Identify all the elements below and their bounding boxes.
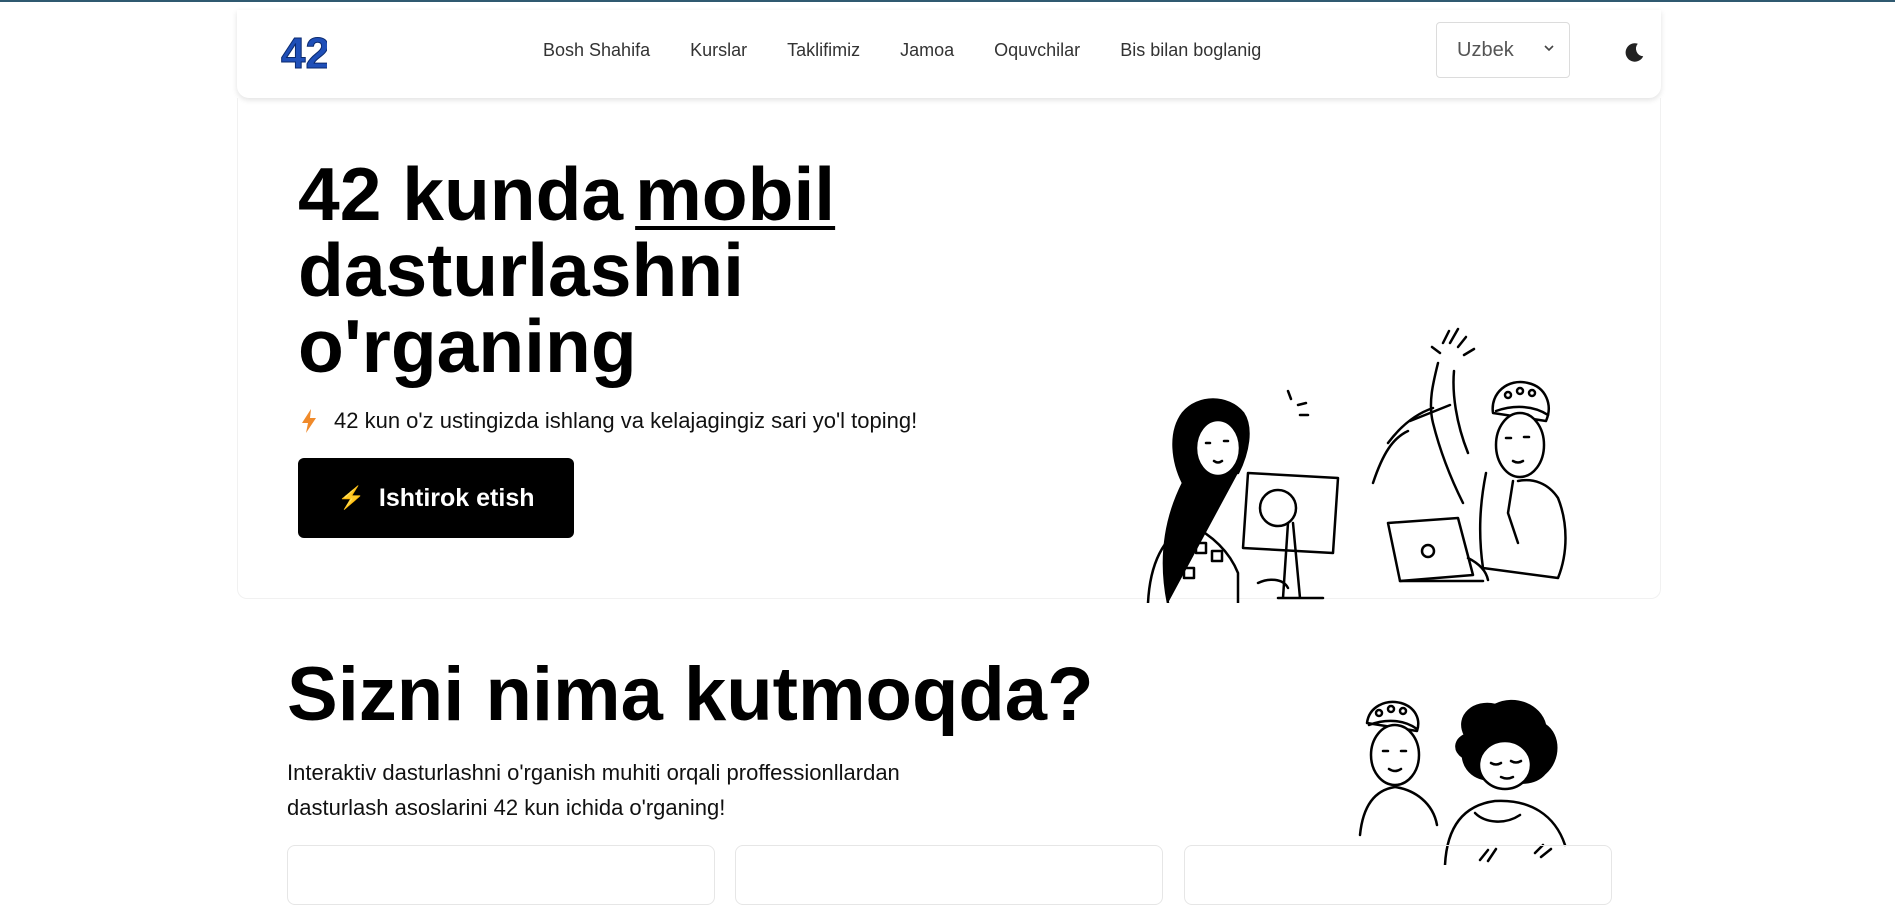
nav-link-team[interactable]: Jamoa	[900, 40, 954, 61]
join-button-label: Ishtirok etish	[378, 483, 535, 512]
hero-subtitle-text: 42 kun o'z ustingizda ishlang va kelajag…	[334, 408, 918, 433]
nav-link-contact[interactable]: Bis bilan boglanig	[1120, 40, 1261, 61]
hero-title-part1: 42 kunda	[298, 152, 624, 236]
language-select[interactable]: Uzbek	[1436, 22, 1570, 78]
hero-title-part2: dasturlashni o'rganing	[298, 228, 744, 388]
navbar: 42 Bosh Shahifa Kurslar Taklifimiz Jamoa…	[237, 10, 1661, 98]
language-select-value: Uzbek	[1457, 38, 1514, 61]
join-button[interactable]: ⚡ Ishtirok etish	[298, 458, 574, 538]
feature-card	[1184, 845, 1612, 905]
main-nav: Bosh Shahifa Kurslar Taklifimiz Jamoa Oq…	[543, 40, 1301, 61]
logo-text: 42	[281, 30, 327, 74]
chevron-down-icon	[1544, 45, 1554, 52]
hero-title-highlight: mobil	[635, 152, 836, 236]
feature-card	[735, 845, 1163, 905]
hero-title: 42 kunda mobil dasturlashni o'rganing	[298, 156, 978, 384]
nav-link-courses[interactable]: Kurslar	[690, 40, 747, 61]
nav-link-students[interactable]: Oquvchilar	[994, 40, 1080, 61]
top-accent-line	[0, 0, 1895, 2]
bolt-icon	[302, 409, 316, 433]
section-illustration	[1358, 699, 1567, 865]
nav-link-home[interactable]: Bosh Shahifa	[543, 40, 650, 61]
nav-link-offer[interactable]: Taklifimiz	[787, 40, 860, 61]
feature-card	[287, 845, 715, 905]
moon-icon[interactable]	[1621, 40, 1647, 66]
hero-illustration	[1146, 327, 1567, 603]
section-description: Interaktiv dasturlashni o'rganish muhiti…	[287, 760, 900, 820]
section-title: Sizni nima kutmoqda?	[287, 652, 1094, 737]
hero-section: 42 kunda mobil dasturlashni o'rganing 42 …	[237, 98, 1661, 603]
lightning-icon: ⚡	[337, 485, 365, 510]
hero-subtitle: 42 kun o'z ustingizda ishlang va kelajag…	[300, 408, 917, 434]
logo-42[interactable]: 42	[281, 30, 327, 74]
